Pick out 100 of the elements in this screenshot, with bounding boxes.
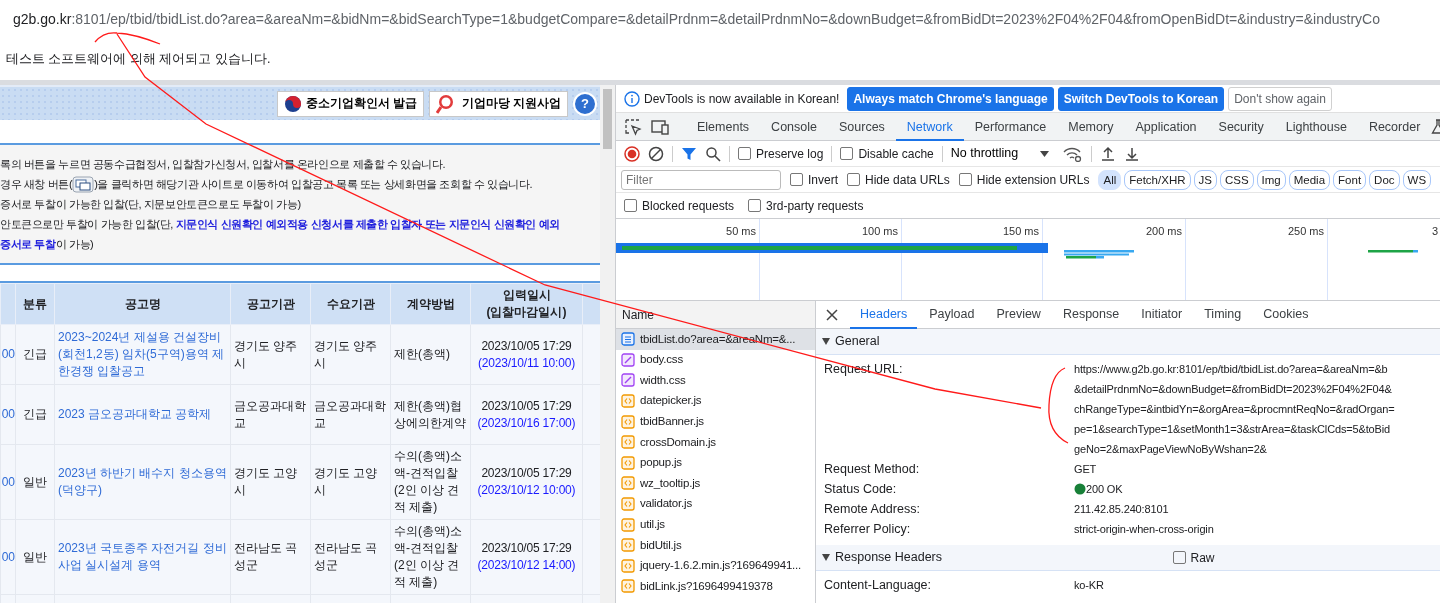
- table-cell: 금오공과대학교: [230, 384, 311, 445]
- date-text: 2023/10/05 17:29: [480, 465, 573, 482]
- request-row[interactable]: crossDomain.js: [616, 431, 815, 453]
- column-header: 입력일시 (입찰마감일시): [470, 283, 583, 325]
- panel-tab[interactable]: Performance: [963, 112, 1058, 141]
- detail-tab[interactable]: Payload: [919, 300, 985, 329]
- request-row[interactable]: popup.js: [616, 452, 815, 474]
- table-cell: 수의(총액)소액-견적입찰(2인 이상 견적 제출): [390, 444, 471, 520]
- detail-tab[interactable]: Initiator: [1131, 300, 1193, 329]
- tick-label: 3: [1431, 225, 1438, 237]
- section-header[interactable]: General: [816, 329, 1440, 355]
- panel-tab[interactable]: Sources: [828, 112, 896, 141]
- request-row[interactable]: wz_tooltip.js: [616, 473, 815, 494]
- certificate-button[interactable]: 중소기업확인서 발급: [276, 90, 424, 117]
- scrollbar[interactable]: [600, 85, 615, 603]
- checkbox[interactable]: Disable cache: [840, 144, 934, 163]
- network-settings-icon[interactable]: [1063, 145, 1084, 162]
- section-header[interactable]: Response Headers Raw: [816, 545, 1440, 571]
- request-row[interactable]: util.js: [616, 514, 815, 535]
- notice-text: 경우 새창 버튼(: [0, 177, 73, 192]
- record-icon[interactable]: [624, 145, 640, 162]
- type-filter-chip[interactable]: Img: [1256, 169, 1286, 190]
- panel-tab[interactable]: Elements: [686, 112, 761, 141]
- type-filter-chip[interactable]: Fetch/XHR: [1124, 169, 1191, 190]
- checkbox[interactable]: Invert: [790, 170, 838, 189]
- info-icon: [624, 90, 640, 107]
- checkbox[interactable]: 3rd-party requests: [748, 196, 864, 215]
- request-row[interactable]: datepicker.js: [616, 390, 815, 412]
- type-filter-chip[interactable]: Doc: [1369, 169, 1400, 190]
- upload-icon[interactable]: [1100, 145, 1117, 162]
- table-cell: 경기도 양주시: [230, 324, 311, 385]
- script-icon: [621, 455, 635, 470]
- panel-tab[interactable]: Security: [1207, 112, 1275, 141]
- type-filter-chip[interactable]: WS: [1402, 169, 1432, 190]
- clear-icon[interactable]: [648, 145, 664, 162]
- request-row[interactable]: validator.js: [616, 493, 815, 515]
- column-header: 공고명: [54, 283, 231, 325]
- request-row[interactable]: bidUtil.js: [616, 534, 815, 556]
- download-icon[interactable]: [1124, 145, 1141, 162]
- detail-tab[interactable]: Response: [1052, 300, 1130, 329]
- date-text: 2023/10/05 17:29: [480, 540, 573, 557]
- column-header: 공고기관: [230, 283, 311, 325]
- request-row[interactable]: bidLink.js?1696499419378: [616, 576, 815, 597]
- type-filter-chip[interactable]: All: [1098, 169, 1122, 190]
- request-row[interactable]: tbidBanner.js: [616, 411, 815, 432]
- detail-tab[interactable]: Preview: [986, 300, 1051, 329]
- request-row[interactable]: jquery-1.6.2.min.js?169649941...: [616, 555, 815, 577]
- request-row[interactable]: body.css: [616, 349, 815, 371]
- header-value: ko-KR: [1074, 578, 1104, 593]
- banner-button[interactable]: Switch DevTools to Korean: [1057, 86, 1225, 111]
- script-icon: [621, 414, 635, 429]
- type-filter-chip[interactable]: CSS: [1219, 169, 1254, 190]
- detail-tab[interactable]: Timing: [1194, 300, 1252, 329]
- table-cell: 전라남도 곡성군: [310, 519, 391, 595]
- filter-field[interactable]: Filter: [621, 169, 781, 190]
- stylesheet-icon: [621, 352, 635, 367]
- type-filter-chip[interactable]: JS: [1193, 169, 1217, 190]
- throttling-dropdown[interactable]: No throttling: [950, 144, 1050, 163]
- table-cell: 경기도 고양시: [310, 444, 391, 520]
- search-icon[interactable]: [705, 145, 721, 162]
- deadline-text: (2023/10/11 10:00): [477, 354, 576, 372]
- checkbox[interactable]: Blocked requests: [624, 196, 735, 215]
- panel-tab[interactable]: Recorder: [1357, 112, 1432, 141]
- inspect-icon[interactable]: [624, 117, 642, 136]
- header-value: strict-origin-when-cross-origin: [1074, 522, 1214, 537]
- header-value: chRangeType=&intbidYn=&orgArea=&procmntReqNo=&radOrgan=: [1074, 402, 1395, 417]
- panel-tab[interactable]: Network: [895, 112, 964, 141]
- close-icon[interactable]: [826, 308, 838, 321]
- detail-tab[interactable]: Cookies: [1253, 300, 1319, 329]
- checkbox[interactable]: Preserve log: [738, 144, 824, 163]
- date-text: 2023/10/05 17:29: [480, 337, 573, 355]
- banner-button[interactable]: Always match Chrome's language: [847, 86, 1054, 111]
- filter-icon[interactable]: [681, 145, 697, 162]
- script-icon: [621, 538, 635, 553]
- panel-tab[interactable]: Console: [760, 112, 828, 141]
- header-name: Referrer Policy:: [824, 521, 912, 538]
- header-value: GET: [1074, 462, 1097, 477]
- panel-tab[interactable]: Lighthouse: [1274, 112, 1358, 141]
- support-button[interactable]: 기업마당 지원사업: [428, 90, 568, 117]
- address-field[interactable]: g2b.go.kr:8101/ep/tbid/tbidList.do?area=&areaNm=&bidNm=&bidSearchType=1&budgetCompare=&detailPrdnm=&detailPrdnmNo=&downBudget=&fromBidDt=2023%2F04%2F04&fromOpenBidDt=&industry=&industryCo: [13, 8, 1380, 30]
- table-cell: 일반: [15, 444, 55, 520]
- table-cell: 제한(총액): [390, 324, 471, 385]
- type-filter-chip[interactable]: Font: [1333, 169, 1367, 190]
- help-button[interactable]: ?: [573, 91, 597, 116]
- checkbox[interactable]: Hide extension URLs: [958, 170, 1090, 189]
- number-text: 00: [0, 384, 16, 445]
- checkbox[interactable]: Raw: [1172, 548, 1215, 567]
- banner-button[interactable]: Don't show again: [1228, 86, 1332, 111]
- deadline-text: (2023/10/16 17:00): [476, 414, 577, 432]
- deadline-text: (2023/10/12 14:00): [476, 557, 577, 574]
- checkbox[interactable]: Hide data URLs: [847, 170, 950, 189]
- type-filter-chip[interactable]: Media: [1288, 169, 1331, 190]
- panel-tab[interactable]: Memory: [1057, 112, 1125, 141]
- request-row[interactable]: width.css: [616, 370, 815, 391]
- column-header: 수요기관: [310, 283, 391, 325]
- table-cell: 수의(총액)소액-견적입찰(2인 이상 견적 제출): [390, 519, 471, 595]
- device-icon[interactable]: [650, 117, 670, 136]
- panel-tab[interactable]: Application: [1124, 112, 1208, 141]
- script-icon: [621, 579, 635, 594]
- table-cell: 긴급: [15, 324, 55, 385]
